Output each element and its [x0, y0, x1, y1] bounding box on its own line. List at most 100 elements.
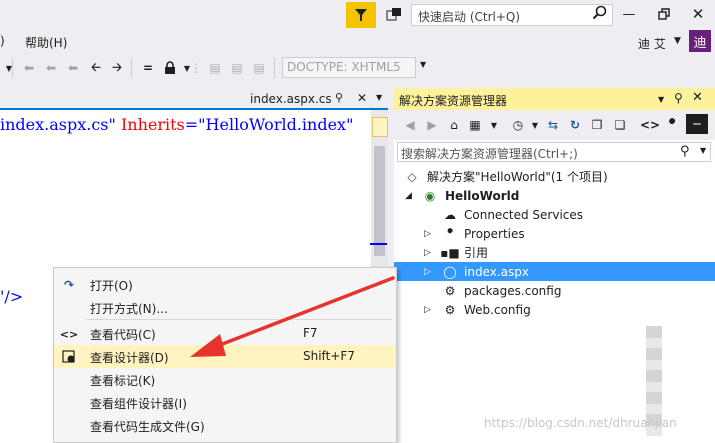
uncomment-icon[interactable]: ⬅	[43, 60, 59, 76]
chevron-down-icon[interactable]: ▼	[376, 93, 382, 102]
close-icon[interactable]: ✕	[692, 90, 703, 105]
lock-icon[interactable]	[162, 60, 178, 76]
tree-item-connected-services[interactable]: ☁ Connected Services	[394, 205, 715, 224]
menu-item-help[interactable]: 帮助(H)	[25, 34, 67, 51]
tree-item-references[interactable]: ▷ ▪■ 引用	[394, 243, 715, 262]
code-icon: <>	[59, 327, 79, 341]
scrollbar-caret-marker	[370, 243, 387, 245]
format-icon[interactable]: ⋮	[188, 60, 204, 76]
collapsed-arrow-icon[interactable]: ▷	[424, 267, 434, 277]
avatar[interactable]: 迪	[689, 30, 711, 52]
pending-changes-icon[interactable]: ◷	[510, 117, 526, 133]
designer-icon	[61, 349, 77, 365]
tree-item-label: Web.config	[464, 302, 531, 317]
expanded-arrow-icon[interactable]: ◢	[405, 191, 415, 201]
wrench-icon[interactable]	[664, 117, 680, 133]
tree-item-label: 引用	[464, 246, 489, 260]
menu-item-view-designer[interactable]: 查看设计器(D) Shift+F7	[54, 345, 396, 368]
search-icon[interactable]	[592, 5, 610, 23]
tree-item-label: HelloWorld	[445, 188, 520, 203]
document-lines-icon[interactable]: ▤	[229, 60, 245, 76]
menu-item-label: 打开(O)	[90, 279, 133, 293]
tree-item-web-config[interactable]: ▷ ⚙ Web.config	[394, 300, 715, 319]
menu-item-label: 查看组件设计器(I)	[90, 397, 187, 411]
menu-item-label: 查看代码生成文件(G)	[90, 420, 205, 434]
pin-icon[interactable]: ⚲	[674, 91, 683, 105]
search-icon[interactable]: ⚲	[680, 144, 696, 160]
open-icon: ↷	[63, 278, 75, 292]
menu-item-shortcut: Shift+F7	[303, 349, 355, 363]
notification-button[interactable]	[346, 2, 376, 28]
config-file-icon: ⚙	[444, 302, 456, 317]
menu-item-shortcut: F7	[303, 326, 318, 340]
tree-item-label: Connected Services	[464, 207, 584, 222]
code-line[interactable]: index.aspx.cs" Inherits="HelloWorld.inde…	[0, 115, 353, 134]
menu-item-open[interactable]: ↷ 打开(O)	[54, 273, 396, 296]
preview-icon[interactable]: ─	[686, 114, 708, 134]
back-icon[interactable]: ◀	[402, 117, 418, 133]
code-token: Inherits	[115, 115, 185, 134]
solution-explorer-search-input[interactable]: 搜索解决方案资源管理器(Ctrl+;)	[397, 142, 711, 162]
minimize-button[interactable]: —	[617, 3, 641, 25]
scrollbar-thumb[interactable]	[374, 146, 385, 256]
user-name[interactable]: 迪 艾	[638, 35, 666, 52]
menu-item-label: 打开方式(N)...	[90, 302, 168, 316]
tree-item-label: Properties	[464, 226, 525, 241]
code-line[interactable]: '/>	[0, 287, 23, 306]
tab-index-aspx-cs[interactable]: index.aspx.cs ⚲ ✕ ▼	[240, 89, 392, 108]
web-project-icon: ◉	[424, 188, 436, 203]
quick-launch-input[interactable]: 快速启动 (Ctrl+Q)	[411, 4, 613, 26]
tree-item-solution[interactable]: ◇ 解决方案"HelloWorld"(1 个项目)	[394, 167, 715, 186]
solution-icon: ◇	[407, 169, 417, 184]
filter-icon	[355, 9, 367, 21]
collapsed-arrow-icon[interactable]: ▷	[424, 305, 434, 315]
maximize-button[interactable]	[652, 3, 676, 25]
bookmark-icon[interactable]: ⬅	[65, 60, 81, 76]
forward-icon[interactable]: ▶	[424, 117, 440, 133]
collapse-all-icon[interactable]: ❐	[589, 117, 605, 133]
doctype-select[interactable]: DOCTYPE: XHTML5	[282, 57, 416, 78]
toolbar-overflow-icon[interactable]: ▼	[420, 60, 430, 69]
toolbar-overflow-icon[interactable]: ▼	[1, 60, 17, 76]
menu-item-view-markup[interactable]: 查看标记(K)	[54, 368, 396, 391]
menu-item-view-component-designer[interactable]: 查看组件设计器(I)	[54, 391, 396, 414]
code-icon[interactable]: <>	[640, 117, 660, 133]
collapsed-arrow-icon[interactable]: ▷	[424, 229, 434, 239]
web-page-icon: ◯	[443, 264, 457, 279]
document-icon[interactable]: ▤	[207, 60, 223, 76]
home-icon[interactable]: ⌂	[446, 117, 462, 133]
pin-icon[interactable]: ⚲	[335, 91, 343, 104]
dropdown-icon[interactable]: ▼	[527, 117, 543, 133]
close-icon[interactable]: ✕	[357, 91, 367, 105]
navigate-back-icon[interactable]: 🡠	[88, 60, 104, 76]
wrench-icon	[442, 226, 458, 242]
close-button[interactable]: ✕	[686, 3, 710, 25]
watermark: https://blog.csdn.net/dhruanjian	[484, 416, 677, 430]
menu-item-view-generated-code[interactable]: 查看代码生成文件(G)	[54, 414, 396, 437]
sync-icon[interactable]: ⇆	[545, 117, 561, 133]
show-all-files-icon[interactable]: ❏	[612, 117, 628, 133]
chevron-down-icon[interactable]: ▼	[700, 146, 706, 155]
solution-explorer-title: 解决方案资源管理器	[399, 94, 508, 108]
collapsed-arrow-icon[interactable]: ▷	[424, 248, 434, 258]
document-copy-icon[interactable]: ▤	[251, 60, 267, 76]
menu-item-open-with[interactable]: 打开方式(N)...	[54, 296, 396, 319]
tree-item-properties[interactable]: ▷ Properties	[394, 224, 715, 243]
tree-item-label: index.aspx	[464, 264, 529, 279]
menu-item-partial[interactable]: )	[0, 34, 5, 48]
feedback-icon[interactable]	[385, 6, 403, 24]
tree-item-project[interactable]: ◢ ◉ HelloWorld	[394, 186, 715, 205]
chevron-down-icon[interactable]: ▼	[674, 36, 681, 46]
view-switch-icon[interactable]: ▦	[467, 117, 483, 133]
menu-item-label: 查看代码(C)	[90, 328, 156, 342]
equals-icon[interactable]: =	[140, 60, 156, 76]
refresh-icon[interactable]: ↻	[567, 117, 583, 133]
tree-item-index-aspx[interactable]: ▷ ◯ index.aspx	[394, 262, 715, 281]
dropdown-icon[interactable]: ▼	[486, 117, 502, 133]
code-token: ="HelloWorld.index"	[184, 115, 354, 134]
tree-item-packages-config[interactable]: ⚙ packages.config	[394, 281, 715, 300]
comment-icon[interactable]: ⬅	[21, 60, 37, 76]
navigate-forward-icon[interactable]: 🡢	[109, 60, 125, 76]
menu-item-view-code[interactable]: <> 查看代码(C) F7	[54, 322, 396, 345]
chevron-down-icon[interactable]: ▼	[658, 95, 664, 104]
